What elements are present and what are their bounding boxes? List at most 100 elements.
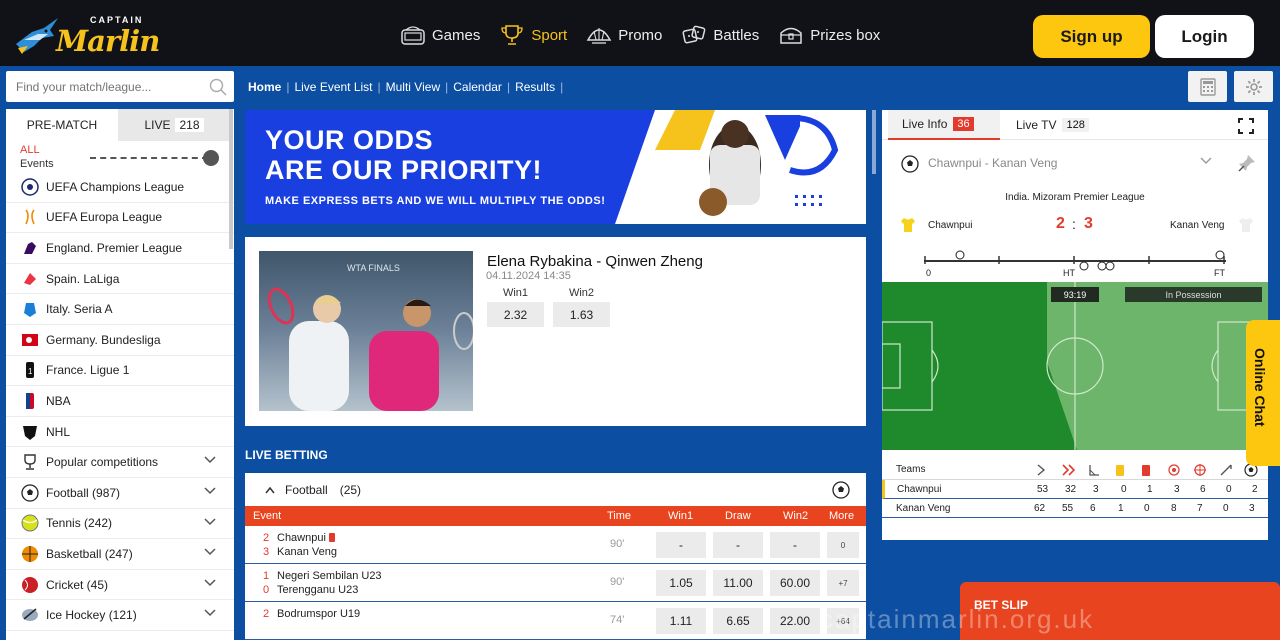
win2-value[interactable]: 1.63 (553, 302, 610, 327)
signup-button[interactable]: Sign up (1033, 15, 1150, 58)
search-input[interactable] (6, 71, 196, 102)
sidebar-item-label: England. Premier League (46, 240, 183, 255)
odd-win2[interactable]: 22.00 (770, 608, 820, 634)
table-row[interactable]: 1 Negeri Sembilan U23 0 Terengganu U23 90' 1.… (245, 564, 866, 602)
stat-value: 0 (1144, 503, 1150, 514)
sidebar-scrollbar[interactable] (229, 109, 233, 249)
sidebar-item-label: Spain. LaLiga (46, 271, 120, 286)
odd-win2[interactable]: 60.00 (770, 570, 820, 596)
sidebar-item[interactable]: Popular competitions (6, 447, 234, 478)
tab-prematch[interactable]: PRE-MATCH (6, 109, 118, 141)
odd-win1[interactable]: Win1 2.32 (487, 287, 544, 327)
sidebar-item[interactable]: Italy. Seria A (6, 294, 234, 325)
table-row[interactable]: 2 Chawnpui 3 Kanan Veng 90' - - -0 (245, 526, 866, 564)
login-button[interactable]: Login (1155, 15, 1254, 58)
timeline-markers (924, 250, 1225, 271)
marlin-fish-icon (16, 18, 58, 54)
odd-win1[interactable]: 1.05 (656, 570, 706, 596)
sidebar-item[interactable]: England. Premier League (6, 233, 234, 264)
league-list: UEFA Champions League UEFA Europa League E… (6, 172, 234, 631)
home-team: 2 Chawnpui (263, 532, 335, 544)
featured-match-card[interactable]: WTA FINALS Elena Rybakina - Qinwen Zheng… (245, 237, 866, 426)
teams-label: Teams (896, 464, 926, 475)
banner-headline-2: ARE OUR PRIORITY! (265, 155, 543, 185)
online-chat-button[interactable]: Online Chat (1246, 320, 1280, 466)
banner-headline-1: YOUR ODDS (265, 125, 434, 155)
sidebar-item[interactable]: UEFA Europa League (6, 203, 234, 234)
settings-button[interactable] (1234, 71, 1273, 102)
odd-win2[interactable]: - (770, 532, 820, 558)
odd-win1[interactable]: - (656, 532, 706, 558)
sidebar-item-label: Popular competitions (46, 455, 159, 470)
more-markets[interactable]: 0 (827, 532, 859, 558)
more-markets[interactable]: +7 (827, 570, 859, 596)
shots-off-target-icon (1194, 464, 1206, 476)
sidebar-item[interactable]: NHL (6, 417, 234, 448)
crumb-home[interactable]: Home (248, 80, 281, 94)
promo-banner[interactable]: YOUR ODDS ARE OUR PRIORITY! MAKE EXPRESS… (245, 110, 866, 224)
tab-live-count: 218 (175, 118, 204, 132)
chevron-down-icon[interactable] (204, 487, 216, 495)
odd-draw[interactable]: 6.65 (713, 608, 763, 634)
match-selector[interactable]: Chawnpui - Kanan Veng (882, 140, 1268, 190)
football-group-header[interactable]: Football (25) (245, 473, 866, 506)
main-scrollbar[interactable] (872, 110, 876, 174)
table-row[interactable]: 2 Bodrumspor U19 74' 1.11 6.65 22.00 +64 (245, 602, 866, 640)
sidebar-item[interactable]: Germany. Bundesliga (6, 325, 234, 356)
search-icon[interactable] (209, 78, 227, 96)
sidebar-item[interactable]: UEFA Champions League (6, 172, 234, 203)
live-info-panel: Live Info 36 Live TV 128 Chawnpui - Kana… (882, 110, 1268, 540)
sidebar-item[interactable]: Spain. LaLiga (6, 264, 234, 295)
tab-live-tv[interactable]: Live TV 128 (1002, 110, 1103, 140)
nav-promo[interactable]: Promo (586, 24, 662, 46)
away-team: 0 Terengganu U23 (263, 584, 358, 596)
tab-live-info[interactable]: Live Info 36 (888, 110, 1000, 140)
bundesliga-icon (20, 330, 40, 350)
chevron-down-icon[interactable] (204, 456, 216, 464)
crumb-live-event-list[interactable]: Live Event List (294, 80, 372, 94)
svg-text:1: 1 (28, 367, 33, 376)
nav-sport[interactable]: Sport (499, 24, 567, 46)
timeline-start: 0 (926, 268, 932, 278)
win1-value[interactable]: 2.32 (487, 302, 544, 327)
stat-value: 0 (1223, 503, 1229, 514)
sidebar-item-label: France. Ligue 1 (46, 363, 130, 378)
nav-battles[interactable]: Battles (681, 24, 759, 46)
sidebar-item[interactable]: Ice Hockey (121) (6, 600, 234, 631)
nav-prizes[interactable]: Prizes box (778, 24, 880, 46)
odd-win1[interactable]: 1.11 (656, 608, 706, 634)
sidebar-item[interactable]: Cricket (45) (6, 570, 234, 601)
crumb-results[interactable]: Results (515, 80, 555, 94)
sidebar-item[interactable]: Tennis (242) (6, 509, 234, 540)
sidebar-item[interactable]: 1 France. Ligue 1 (6, 356, 234, 387)
sidebar-item[interactable]: Football (987) (6, 478, 234, 509)
chevron-up-icon[interactable] (265, 486, 275, 494)
live-betting-table: Football (25) Event Time Win1 Draw Win2 … (245, 473, 866, 640)
chevron-down-icon[interactable] (204, 609, 216, 617)
tab-live[interactable]: LIVE 218 (118, 109, 230, 141)
odd-win2[interactable]: Win2 1.63 (553, 287, 610, 327)
sidebar-item[interactable]: Basketball (247) (6, 539, 234, 570)
odd-draw[interactable]: - (713, 532, 763, 558)
expand-icon[interactable] (1238, 118, 1254, 134)
time-slider-handle[interactable] (203, 150, 219, 166)
chevron-down-icon[interactable] (204, 518, 216, 526)
chevron-down-icon[interactable] (204, 579, 216, 587)
odd-draw[interactable]: 11.00 (713, 570, 763, 596)
chevron-down-icon[interactable] (204, 548, 216, 556)
stat-value: 3 (1249, 503, 1255, 514)
calculator-button[interactable] (1188, 71, 1227, 102)
col-draw: Draw (725, 510, 751, 522)
pin-icon[interactable] (1238, 154, 1256, 172)
time-slider-track[interactable] (90, 157, 208, 159)
brand-main: Marlin (56, 24, 160, 58)
stats-row: Kanan Veng 62 55 6 1 0 8 7 0 3 (882, 499, 1268, 518)
logo[interactable]: CAPTAIN Marlin (14, 12, 174, 60)
sidebar-item-label: Germany. Bundesliga (46, 332, 161, 347)
crumb-calendar[interactable]: Calendar (453, 80, 502, 94)
chevron-down-icon[interactable] (1200, 157, 1212, 165)
trophy-icon (20, 452, 40, 472)
sidebar-item[interactable]: NBA (6, 386, 234, 417)
nav-games[interactable]: Games (400, 24, 480, 46)
crumb-multi-view[interactable]: Multi View (386, 80, 440, 94)
